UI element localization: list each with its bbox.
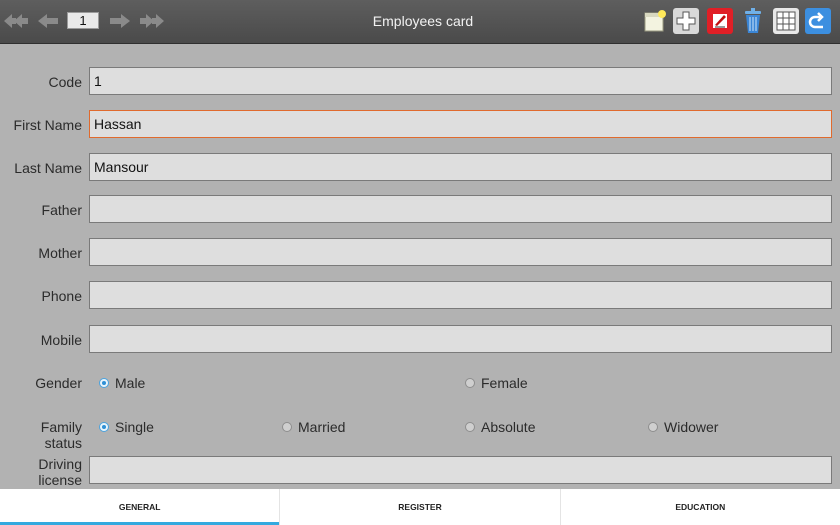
family-widower-label: Widower: [664, 419, 719, 435]
next-page-icon[interactable]: [106, 8, 134, 34]
family-single-label: Single: [115, 419, 154, 435]
tab-bar: GENERAL REGISTER EDUCATION: [0, 489, 840, 525]
last-name-field[interactable]: Mansour: [89, 153, 832, 181]
gender-female-label: Female: [481, 375, 528, 391]
radio-unselected-icon: [648, 422, 658, 432]
new-note-icon[interactable]: [642, 8, 668, 34]
code-field[interactable]: 1: [89, 67, 832, 95]
gender-label: Gender: [35, 375, 82, 391]
tab-general[interactable]: GENERAL: [0, 489, 281, 525]
gender-male-label: Male: [115, 375, 146, 391]
back-icon[interactable]: [805, 8, 831, 34]
mother-field[interactable]: [89, 238, 832, 266]
mother-label: Mother: [38, 245, 82, 261]
code-label: Code: [48, 74, 82, 90]
mobile-label: Mobile: [40, 332, 82, 348]
radio-unselected-icon: [465, 422, 475, 432]
gender-male-radio[interactable]: Male: [99, 375, 145, 391]
last-name-label: Last Name: [14, 160, 82, 176]
first-name-label: First Name: [13, 117, 82, 133]
first-page-icon[interactable]: [2, 8, 30, 34]
grid-icon[interactable]: [773, 8, 799, 34]
previous-page-icon[interactable]: [34, 8, 62, 34]
family-single-radio[interactable]: Single: [99, 419, 154, 435]
family-married-radio[interactable]: Married: [282, 419, 345, 435]
radio-unselected-icon: [282, 422, 292, 432]
last-page-icon[interactable]: [138, 8, 166, 34]
phone-field[interactable]: [89, 281, 832, 309]
add-icon[interactable]: [673, 8, 699, 34]
first-name-field[interactable]: Hassan: [89, 110, 832, 138]
gender-female-radio[interactable]: Female: [465, 375, 528, 391]
delete-icon[interactable]: [740, 8, 766, 34]
mobile-field[interactable]: [89, 325, 832, 353]
family-widower-radio[interactable]: Widower: [648, 419, 718, 435]
tab-education[interactable]: EDUCATION: [561, 489, 840, 525]
driving-license-field[interactable]: [89, 456, 832, 484]
page-number-field[interactable]: 1: [67, 12, 99, 29]
page-title: Employees card: [372, 13, 474, 29]
radio-selected-icon: [99, 378, 109, 388]
tab-register[interactable]: REGISTER: [280, 489, 561, 525]
toolbar: 1 Employees card: [0, 0, 840, 44]
family-status-label: Family status: [40, 419, 82, 451]
phone-label: Phone: [41, 288, 82, 304]
family-absolute-radio[interactable]: Absolute: [465, 419, 535, 435]
family-absolute-label: Absolute: [481, 419, 536, 435]
father-label: Father: [41, 202, 82, 218]
radio-selected-icon: [99, 422, 109, 432]
edit-icon[interactable]: [707, 8, 733, 34]
father-field[interactable]: [89, 195, 832, 223]
family-married-label: Married: [298, 419, 346, 435]
radio-unselected-icon: [465, 378, 475, 388]
driving-license-label: Driving license: [38, 456, 82, 488]
